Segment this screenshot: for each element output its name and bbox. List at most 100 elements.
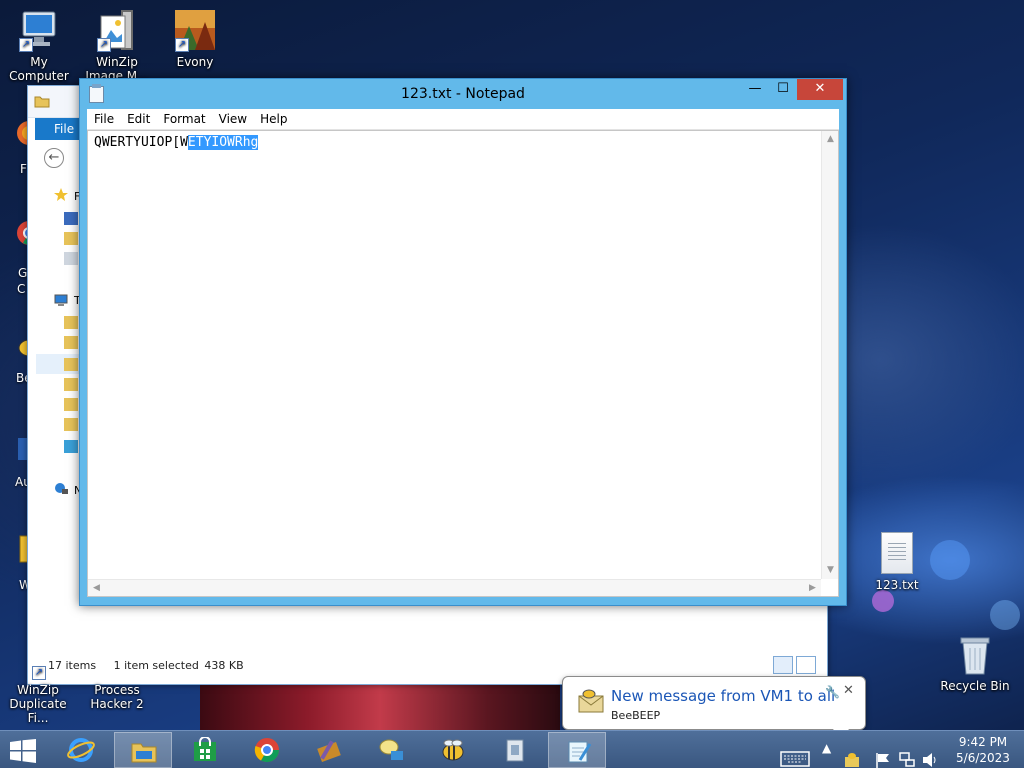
vertical-scrollbar[interactable]: ▲ ▼ bbox=[821, 131, 838, 579]
start-button[interactable] bbox=[0, 732, 48, 768]
taskbar-file-explorer[interactable] bbox=[114, 732, 172, 768]
menu-help[interactable]: Help bbox=[253, 109, 293, 126]
folder-nav-icon[interactable] bbox=[64, 316, 78, 329]
menu-view[interactable]: View bbox=[212, 109, 253, 126]
desktop-nav-icon[interactable] bbox=[64, 212, 78, 225]
internet-explorer-icon bbox=[67, 738, 95, 762]
desktop-icon-label: G bbox=[18, 266, 28, 280]
touch-keyboard-icon[interactable] bbox=[780, 740, 810, 768]
menu-file[interactable]: File bbox=[87, 109, 120, 126]
taskbar-messenger[interactable] bbox=[362, 732, 420, 768]
action-center-flag-icon[interactable] bbox=[874, 741, 892, 768]
wallpaper-art bbox=[200, 680, 560, 730]
desktop-icon-label: C bbox=[17, 282, 26, 296]
maximize-button[interactable]: ☐ bbox=[770, 79, 796, 100]
taskbar-beebeep[interactable] bbox=[424, 732, 482, 768]
computer-icon: ↗ bbox=[17, 8, 61, 52]
folder-nav-icon[interactable] bbox=[64, 418, 78, 431]
wallpaper-orb bbox=[930, 540, 970, 580]
volume-icon[interactable] bbox=[921, 741, 939, 768]
minimize-button[interactable]: — bbox=[742, 79, 768, 100]
shortcut-arrow-icon: ↗ bbox=[32, 666, 46, 680]
desktop-icon-label: Process Hacker 2 bbox=[90, 683, 144, 711]
menu-bar: File Edit Format View Help bbox=[87, 109, 839, 130]
evony-icon: ↗ bbox=[173, 8, 217, 52]
folder-icon bbox=[34, 96, 50, 108]
desktop-icon-winzip-duplicate[interactable]: ↗ WinZip Duplicate Fi... bbox=[0, 650, 76, 725]
notification-balloon[interactable]: New message from VM1 to all BeeBEEP 🔧 ✕ bbox=[562, 676, 866, 739]
network-icon bbox=[55, 483, 68, 494]
notification-close-button[interactable]: ✕ bbox=[843, 683, 854, 698]
desktop-icon-process-hacker[interactable]: Process Hacker 2 bbox=[79, 683, 155, 711]
desktop-icon-label: My Computer bbox=[9, 55, 69, 83]
text-file-icon bbox=[881, 532, 913, 574]
taskbar-winzip-tools[interactable] bbox=[300, 732, 358, 768]
window-title: 123.txt - Notepad bbox=[401, 86, 525, 102]
desktop-icon-evony[interactable]: ↗ Evony bbox=[157, 8, 233, 69]
editor-text-unselected: QWERTYUIOP[W bbox=[94, 135, 188, 150]
folder-nav-icon[interactable] bbox=[64, 378, 78, 391]
taskbar-archive-app[interactable] bbox=[486, 732, 544, 768]
scroll-up-icon[interactable]: ▲ bbox=[822, 131, 839, 148]
folder-nav-icon[interactable] bbox=[64, 358, 78, 371]
notepad-icon bbox=[568, 741, 592, 763]
desktop-icon-my-computer[interactable]: ↗ My Computer bbox=[1, 8, 77, 83]
desktop-icon-label: Recycle Bin bbox=[940, 679, 1010, 693]
notepad-title-bar[interactable]: 123.txt - Notepad — ☐ ✕ bbox=[80, 79, 846, 109]
shortcut-arrow-icon: ↗ bbox=[175, 38, 189, 52]
clock-date: 5/6/2023 bbox=[956, 751, 1010, 765]
scroll-right-icon[interactable]: ▶ bbox=[804, 580, 821, 597]
taskbar: ▲ 9:42 PM 5/6/2023 bbox=[0, 730, 1024, 768]
file-explorer-icon bbox=[131, 743, 157, 763]
windows-logo-icon bbox=[10, 739, 36, 763]
show-hidden-icons-chevron-icon[interactable]: ▲ bbox=[822, 741, 831, 768]
menu-edit[interactable]: Edit bbox=[120, 109, 156, 126]
taskbar-notepad[interactable] bbox=[548, 732, 606, 768]
status-bar: 17 items 1 item selected 438 KB bbox=[48, 659, 258, 672]
winzip-duplicate-icon: ↗ bbox=[16, 650, 60, 680]
taskbar-internet-explorer[interactable] bbox=[52, 732, 110, 768]
close-button[interactable]: ✕ bbox=[797, 79, 843, 100]
recent-places-nav-icon[interactable] bbox=[64, 252, 78, 265]
folder-nav-icon[interactable] bbox=[64, 398, 78, 411]
folder-nav-icon[interactable] bbox=[64, 336, 78, 349]
status-selected: 1 item selected bbox=[113, 659, 199, 672]
status-size: 438 KB bbox=[204, 659, 244, 672]
clock-time: 9:42 PM bbox=[958, 735, 1008, 749]
favorites-star-icon bbox=[54, 188, 68, 201]
taskbar-clock[interactable]: 9:42 PM 5/6/2023 bbox=[948, 734, 1018, 766]
network-tray-icon[interactable] bbox=[898, 741, 916, 768]
wallpaper-orb bbox=[872, 590, 894, 612]
taskbar-store[interactable] bbox=[176, 732, 234, 768]
winzip-image-icon: ↗ bbox=[95, 8, 139, 52]
taskbar-chrome[interactable] bbox=[238, 732, 296, 768]
details-view-button[interactable] bbox=[773, 656, 793, 674]
mail-icon bbox=[578, 689, 604, 713]
scroll-down-icon[interactable]: ▼ bbox=[822, 562, 839, 579]
chrome-icon bbox=[254, 738, 280, 763]
downloads-nav-icon[interactable] bbox=[64, 232, 78, 245]
editor-text[interactable]: QWERTYUIOP[WETYIOWRhg bbox=[94, 135, 259, 150]
large-icons-view-button[interactable] bbox=[796, 656, 816, 674]
desktop-icon-123-txt[interactable]: 123.txt bbox=[859, 532, 935, 592]
menu-format[interactable]: Format bbox=[156, 109, 211, 126]
recycle-bin-icon bbox=[953, 632, 997, 676]
beebeep-tray-icon[interactable] bbox=[843, 741, 861, 768]
messenger-icon bbox=[379, 739, 403, 760]
text-editor-area[interactable]: QWERTYUIOP[WETYIOWRhg ▲ ▼ ◀ ▶ bbox=[87, 130, 839, 597]
notepad-window[interactable]: 123.txt - Notepad — ☐ ✕ File Edit Format Vi… bbox=[79, 78, 847, 606]
desktop-icon-label: WinZip Duplicate Fi... bbox=[9, 683, 67, 725]
scroll-left-icon[interactable]: ◀ bbox=[88, 580, 105, 597]
this-pc-icon bbox=[54, 294, 68, 306]
store-icon bbox=[194, 737, 216, 761]
desktop-icon-label: Evony bbox=[176, 55, 214, 69]
back-button[interactable]: ← bbox=[44, 148, 64, 168]
drive-nav-icon[interactable] bbox=[64, 440, 78, 453]
notification-app-name: BeeBEEP bbox=[611, 709, 661, 722]
settings-wrench-icon[interactable]: 🔧 bbox=[825, 685, 840, 699]
desktop-icon-label: F bbox=[20, 162, 27, 176]
desktop-icon-recycle-bin[interactable]: Recycle Bin bbox=[937, 632, 1013, 693]
horizontal-scrollbar[interactable]: ◀ ▶ bbox=[88, 579, 821, 596]
desktop-icon-winzip-image[interactable]: ↗ WinZip Image M... bbox=[79, 8, 155, 83]
archive-icon bbox=[506, 739, 524, 762]
